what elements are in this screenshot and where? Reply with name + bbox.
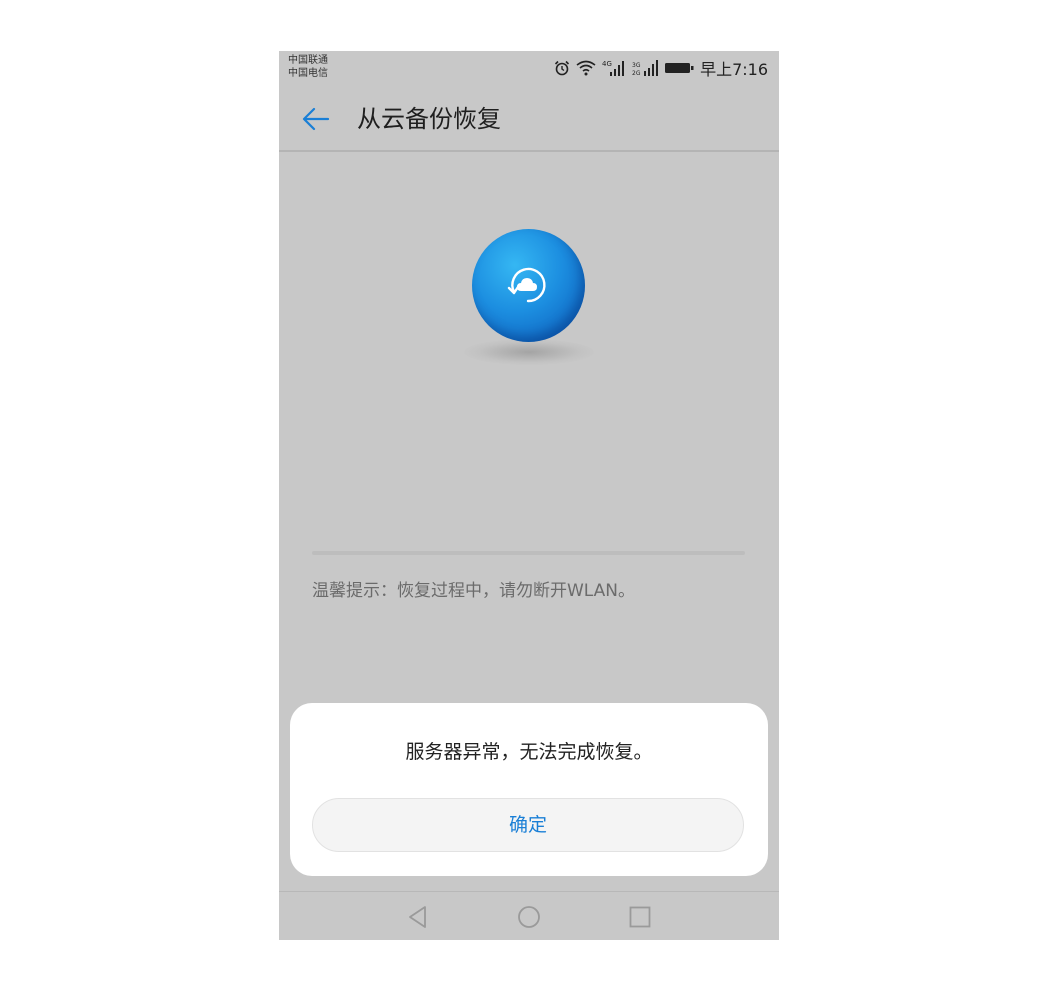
cloud-restore-icon xyxy=(507,267,546,303)
carrier-1: 中国联通 xyxy=(288,55,328,66)
signal-4g-icon: 4G xyxy=(602,60,625,76)
confirm-button[interactable]: 确定 xyxy=(312,798,744,852)
signal-1-label: 4G xyxy=(602,60,612,68)
svg-text:3G: 3G xyxy=(632,62,641,69)
page-title: 从云备份恢复 xyxy=(357,105,501,133)
orb-shadow xyxy=(464,339,594,365)
wifi-icon xyxy=(576,60,596,76)
recents-square-icon xyxy=(629,906,651,928)
arrow-left-icon xyxy=(302,107,330,131)
back-button[interactable] xyxy=(301,104,331,134)
cloud-restore-orb xyxy=(472,229,585,342)
home-circle-icon xyxy=(518,906,540,928)
battery-icon xyxy=(665,63,694,73)
nav-home-button[interactable] xyxy=(516,904,542,930)
alarm-icon xyxy=(554,60,570,76)
app-header: 从云备份恢复 xyxy=(279,87,779,152)
signal-3g-2g-icon: 3G 2G xyxy=(632,60,659,77)
navigation-bar xyxy=(279,891,779,940)
status-icons: 4G 3G 2G 早上7:16 xyxy=(554,57,768,79)
status-time: 早上7:16 xyxy=(700,60,768,79)
restore-progress-bar xyxy=(312,551,745,555)
status-bar: 中国联通 中国电信 4G 3G 2G 早上7:16 xyxy=(279,51,779,87)
back-triangle-icon xyxy=(409,906,426,928)
nav-recents-button[interactable] xyxy=(627,904,653,930)
nav-back-button[interactable] xyxy=(405,904,431,930)
carrier-labels: 中国联通 中国电信 xyxy=(288,54,328,80)
carrier-2: 中国电信 xyxy=(288,68,328,79)
svg-text:2G: 2G xyxy=(632,70,641,77)
error-dialog: 服务器异常，无法完成恢复。 确定 xyxy=(290,703,768,876)
dialog-message: 服务器异常，无法完成恢复。 xyxy=(405,741,653,763)
hint-text: 温馨提示：恢复过程中，请勿断开WLAN。 xyxy=(312,581,636,601)
